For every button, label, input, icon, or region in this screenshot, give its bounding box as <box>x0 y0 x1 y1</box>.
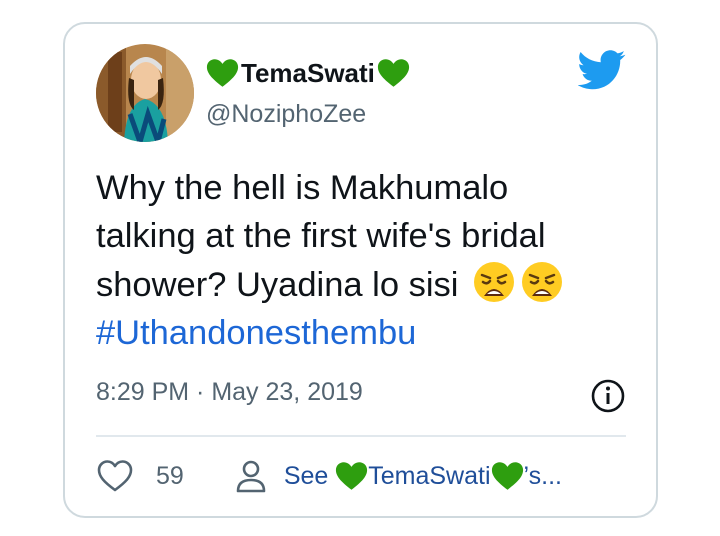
hashtag-link[interactable]: #Uthandonesthembu <box>96 309 636 357</box>
see-profile-link[interactable]: See TemaSwati ’s... <box>232 457 562 495</box>
weary-face-emoji <box>522 262 563 302</box>
person-icon <box>236 460 266 493</box>
tweet-timestamp[interactable]: 8:29 PM · May 23, 2019 <box>96 378 363 407</box>
tweet-text-line-2: talking at the first wife's bridal <box>96 217 546 255</box>
info-icon[interactable] <box>590 378 626 414</box>
tweet-text-line-3: shower? Uyadina lo sisi <box>96 266 459 304</box>
twitter-bird-icon[interactable] <box>578 50 626 90</box>
green-heart-icon <box>336 462 368 490</box>
heart-outline-icon[interactable] <box>96 457 134 495</box>
display-name-row[interactable]: TemaSwati <box>206 58 410 88</box>
tweet-card[interactable]: TemaSwati @NoziphoZee Why the hell is Ma… <box>63 22 658 518</box>
like-count: 59 <box>156 461 184 490</box>
green-heart-icon <box>206 59 239 87</box>
avatar[interactable] <box>96 44 194 142</box>
weary-face-emoji <box>474 262 515 302</box>
divider <box>96 435 626 437</box>
action-bar: 59 See TemaSwati ’s... <box>96 456 562 496</box>
tweet-text: Why the hell is Makhumalo talking at the… <box>96 164 636 357</box>
see-suffix: ’s... <box>523 461 562 490</box>
see-profile-text[interactable]: See TemaSwati ’s... <box>284 461 562 491</box>
see-name: TemaSwati <box>368 461 491 490</box>
green-heart-icon <box>491 462 523 490</box>
display-name: TemaSwati <box>241 58 375 88</box>
green-heart-icon <box>377 59 409 87</box>
see-prefix: See <box>283 461 329 490</box>
tweet-text-line-1: Why the hell is Makhumalo <box>96 169 509 207</box>
user-handle[interactable]: @NoziphoZee <box>206 100 366 129</box>
